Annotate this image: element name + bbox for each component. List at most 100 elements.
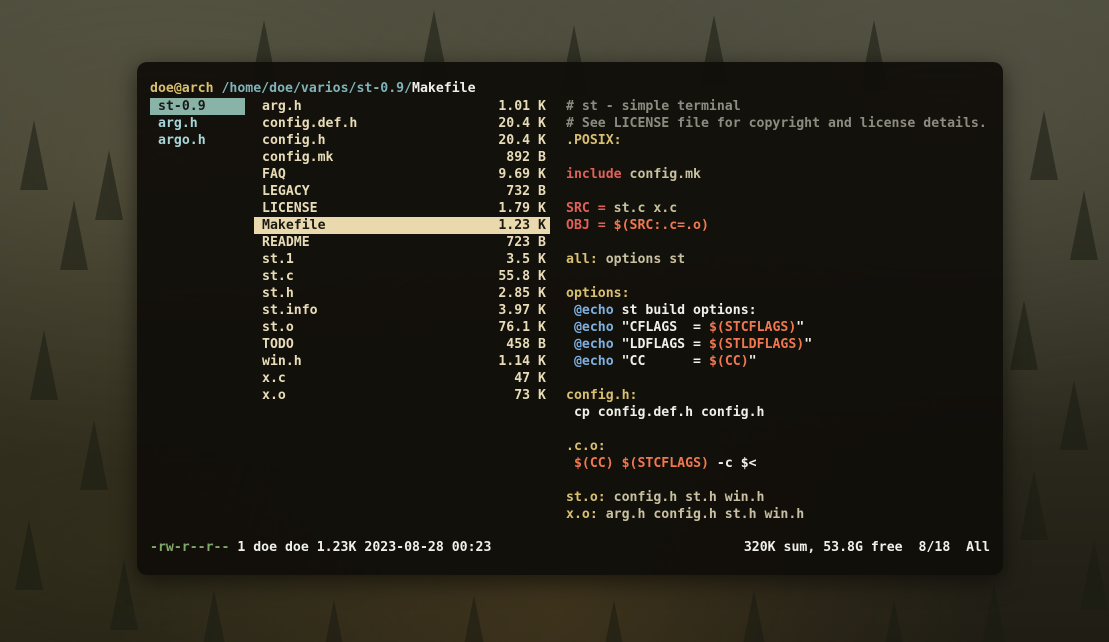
disk-status: 320K sum, 53.8G free 8/18 All [744, 539, 990, 556]
tree-silhouette [1030, 110, 1058, 180]
terminal-window[interactable]: doe@arch /home/doe/varios/st-0.9/Makefil… [137, 62, 1003, 575]
preview-line [566, 370, 996, 387]
file-row[interactable]: x.o 73 K [254, 387, 550, 404]
file-row[interactable]: st.info 3.97 K [254, 302, 550, 319]
disk-usage: 320K sum, 53.8G free [743, 540, 903, 555]
tree-silhouette [110, 560, 138, 630]
preview-token: @echo [573, 337, 614, 352]
preview-token: $(SRC:.c=.o) [613, 218, 709, 233]
file-size: 723 B [506, 235, 546, 250]
file-name: config.mk [262, 150, 334, 165]
file-size: 20.4 K [498, 116, 546, 131]
preview-token: $(STCFLAGS) [621, 456, 709, 471]
tree-silhouette [1080, 540, 1108, 610]
preview-line: # See LICENSE file for copyright and lic… [566, 115, 996, 132]
preview-token: " [796, 320, 805, 335]
file-row[interactable]: st.h 2.85 K [254, 285, 550, 302]
file-preview: # st - simple terminal # See LICENSE file… [566, 98, 996, 523]
preview-token: all: [566, 252, 606, 267]
preview-token [566, 337, 574, 352]
tree-silhouette [1060, 380, 1088, 450]
preview-token [566, 303, 574, 318]
preview-token: @echo [573, 303, 614, 318]
preview-token: config.h: [566, 388, 638, 403]
file-size: 9.69 K [498, 167, 546, 182]
preview-line: config.h: [566, 387, 996, 404]
preview-line: # st - simple terminal [566, 98, 996, 115]
file-name: TODO [262, 337, 294, 352]
file-row[interactable]: st.o 76.1 K [254, 319, 550, 336]
preview-token [566, 320, 574, 335]
parent-entry[interactable]: argo.h [150, 132, 245, 149]
file-size: 47 K [514, 371, 546, 386]
file-row[interactable]: TODO 458 B [254, 336, 550, 353]
file-name: st.h [262, 286, 294, 301]
tree-silhouette [320, 600, 348, 642]
tree-silhouette [460, 595, 488, 642]
preview-token: # st - simple terminal [566, 99, 741, 114]
preview-token: SRC = [566, 201, 614, 216]
tree-silhouette [880, 600, 908, 642]
parent-entry[interactable]: st-0.9 [150, 98, 245, 115]
file-row[interactable]: arg.h 1.01 K [254, 98, 550, 115]
file-row[interactable]: win.h 1.14 K [254, 353, 550, 370]
file-size: 3.5 K [506, 252, 546, 267]
tree-silhouette [15, 520, 43, 590]
prompt-host: arch [181, 81, 214, 96]
preview-token: .c.o: [566, 439, 606, 454]
preview-token: " [804, 337, 813, 352]
preview-token: st.c x.c [613, 201, 678, 216]
preview-line: cp config.def.h config.h [566, 404, 996, 421]
file-row[interactable]: config.mk 892 B [254, 149, 550, 166]
preview-token: options: [566, 286, 630, 301]
file-row[interactable]: Makefile 1.23 K [254, 217, 550, 234]
path-header: doe@arch /home/doe/varios/st-0.9/Makefil… [150, 80, 476, 97]
preview-line: SRC = st.c x.c [566, 200, 996, 217]
file-size: 20.4 K [498, 133, 546, 148]
file-name: LEGACY [262, 184, 310, 199]
tree-silhouette [1020, 470, 1048, 540]
file-row[interactable]: st.c 55.8 K [254, 268, 550, 285]
file-name: win.h [262, 354, 302, 369]
preview-line: all: options st [566, 251, 996, 268]
file-details: 1 doe doe 1.23K 2023-08-28 00:23 [229, 540, 492, 555]
preview-line: OBJ = $(SRC:.c=.o) [566, 217, 996, 234]
tree-silhouette [60, 200, 88, 270]
preview-token: options st [605, 252, 686, 267]
preview-token: include [566, 167, 630, 182]
file-size: 3.97 K [498, 303, 546, 318]
file-name: arg.h [262, 99, 302, 114]
parent-entry[interactable]: arg.h [150, 115, 245, 132]
file-size: 1.14 K [498, 354, 546, 369]
preview-line [566, 421, 996, 438]
file-row[interactable]: README 723 B [254, 234, 550, 251]
current-file: Makefile [412, 81, 476, 96]
preview-token: st.o: [566, 490, 614, 505]
preview-line: .c.o: [566, 438, 996, 455]
file-row[interactable]: st.1 3.5 K [254, 251, 550, 268]
preview-token: $(STLDFLAGS) [708, 337, 805, 352]
file-row[interactable]: config.h 20.4 K [254, 132, 550, 149]
file-info-status: -rw-r--r-- 1 doe doe 1.23K 2023-08-28 00… [150, 539, 491, 556]
preview-token: @echo [573, 354, 614, 369]
list-position: 8/18 [918, 540, 951, 555]
file-row[interactable]: config.def.h 20.4 K [254, 115, 550, 132]
preview-token: -c $< [708, 456, 757, 471]
preview-token: OBJ = [566, 218, 614, 233]
preview-token [614, 456, 622, 471]
preview-line: st.o: config.h st.h win.h [566, 489, 996, 506]
file-row[interactable]: LEGACY 732 B [254, 183, 550, 200]
file-name: Makefile [262, 218, 326, 233]
preview-token: @echo [573, 320, 614, 335]
tree-silhouette [1010, 300, 1038, 370]
preview-token: st build options: [613, 303, 757, 318]
file-size: 732 B [506, 184, 546, 199]
file-row[interactable]: x.c 47 K [254, 370, 550, 387]
preview-token: # See LICENSE file for copyright and lic… [566, 116, 987, 131]
file-name: st.1 [262, 252, 294, 267]
preview-line [566, 149, 996, 166]
file-name: README [262, 235, 310, 250]
file-row[interactable]: FAQ 9.69 K [254, 166, 550, 183]
file-row[interactable]: LICENSE 1.79 K [254, 200, 550, 217]
file-list-column: arg.h 1.01 K config.def.h 20.4 K config.h 20.… [254, 98, 550, 404]
